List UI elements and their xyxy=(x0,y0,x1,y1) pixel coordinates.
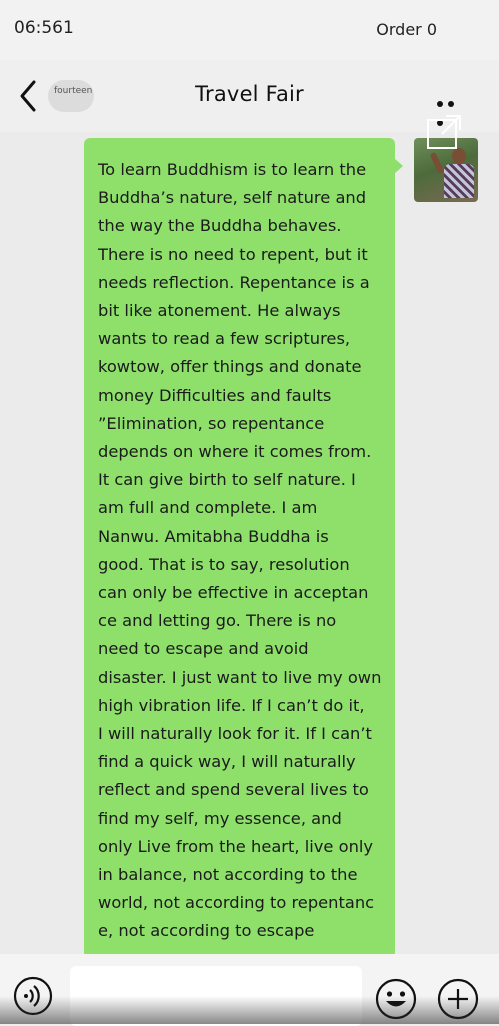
message-input[interactable] xyxy=(70,966,362,1026)
open-external-icon xyxy=(427,115,461,149)
status-bar: 06:561 Order 0 xyxy=(0,0,499,60)
input-bar xyxy=(0,954,499,1026)
add-button[interactable] xyxy=(437,978,479,1020)
emoji-button[interactable] xyxy=(375,978,417,1020)
message-bubble[interactable]: To learn Buddhism is to learn the Buddha… xyxy=(84,138,395,958)
avatar-figure-body xyxy=(444,164,474,198)
more-options-button[interactable] xyxy=(437,92,469,126)
plus-circle-icon xyxy=(437,978,479,1020)
avatar-figure-arm xyxy=(429,151,445,175)
emoji-icon xyxy=(375,978,417,1020)
message-text: To learn Buddhism is to learn the Buddha… xyxy=(98,160,382,941)
more-dots-icon xyxy=(448,101,454,107)
status-order: Order 0 xyxy=(376,20,437,39)
bubble-tail xyxy=(394,158,403,174)
chat-area[interactable]: To learn Buddhism is to learn the Buddha… xyxy=(0,132,499,958)
voice-icon xyxy=(13,976,53,1016)
voice-button[interactable] xyxy=(13,976,53,1016)
open-external-button[interactable] xyxy=(426,114,462,150)
nav-bar: fourteen Travel Fair xyxy=(0,60,499,132)
more-dots-icon xyxy=(437,101,443,107)
status-time: 06:561 xyxy=(14,18,74,38)
avatar-figure-head xyxy=(452,148,466,164)
chat-title: Travel Fair xyxy=(195,82,304,106)
